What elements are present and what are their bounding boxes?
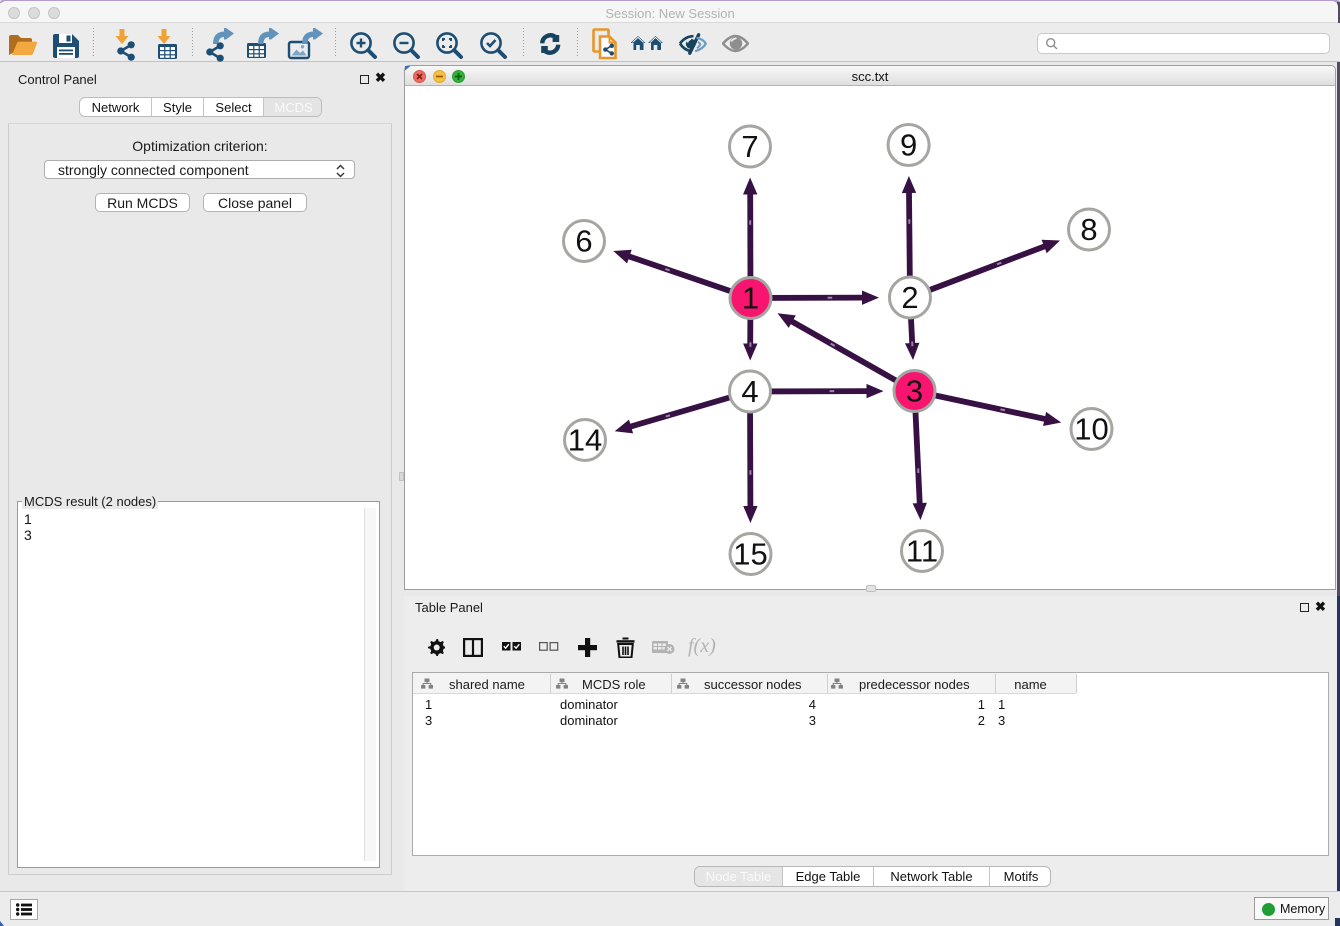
svg-text:6: 6 xyxy=(575,224,592,259)
svg-text:8: 8 xyxy=(1080,212,1097,247)
svg-text:2: 2 xyxy=(901,280,918,315)
svg-text:10: 10 xyxy=(1074,412,1108,447)
svg-text:11: 11 xyxy=(906,534,938,569)
svg-text:9: 9 xyxy=(900,128,917,163)
svg-text:4: 4 xyxy=(741,374,758,409)
svg-text:14: 14 xyxy=(568,423,602,458)
svg-text:1: 1 xyxy=(742,281,759,316)
svg-text:3: 3 xyxy=(906,374,923,409)
svg-text:7: 7 xyxy=(741,129,758,164)
svg-text:15: 15 xyxy=(733,537,767,572)
